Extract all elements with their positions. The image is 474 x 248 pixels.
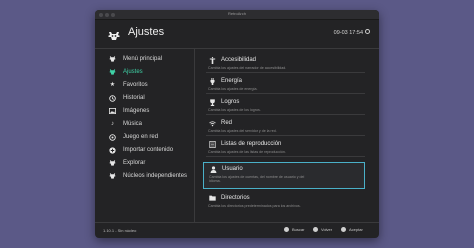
sidebar-item-settings[interactable]: Ajustes bbox=[109, 67, 143, 77]
sidebar-item-label: Explorar bbox=[123, 160, 146, 166]
setting-power[interactable]: Energía Cambia los ajustes de energía. bbox=[203, 75, 365, 94]
sidebar-item-label: Núcleos independientes bbox=[123, 173, 188, 179]
header: Ajustes 09-03 17:54 bbox=[95, 20, 379, 49]
add-icon bbox=[109, 146, 116, 154]
settings-list: Accesibilidad Cambia los ajustes del nar… bbox=[195, 49, 379, 222]
accept-label: Aceptar bbox=[349, 227, 363, 232]
page-title: Ajustes bbox=[128, 26, 165, 38]
divider bbox=[206, 135, 365, 136]
sidebar-item-netplay[interactable]: Juego en red bbox=[109, 132, 158, 142]
sidebar-item-explore[interactable]: Explorar bbox=[109, 158, 145, 168]
setting-achievements[interactable]: Logros Cambia los ajustes de los logros. bbox=[203, 96, 365, 115]
sidebar-item-favorites[interactable]: ★ Favoritos bbox=[109, 80, 148, 90]
netplay-icon bbox=[109, 133, 116, 141]
sidebar-item-history[interactable]: Historial bbox=[109, 93, 145, 103]
setting-description: Cambia los ajustes de energía. bbox=[208, 87, 258, 91]
gamepad-icon bbox=[109, 160, 116, 167]
back-label: Volver bbox=[321, 227, 333, 232]
sidebar-item-import-content[interactable]: Importar contenido bbox=[109, 145, 173, 155]
sidebar-item-label: Música bbox=[123, 121, 143, 127]
accept-hint[interactable]: Aceptar bbox=[341, 227, 363, 232]
window-titlebar: RetroArch bbox=[95, 10, 379, 20]
accessibility-icon bbox=[209, 57, 216, 64]
trophy-icon bbox=[209, 99, 216, 106]
divider bbox=[206, 72, 365, 73]
setting-network[interactable]: Red Cambia los ajustes del servidor y de… bbox=[203, 117, 365, 136]
footer: 1.10.1 - Sin núcleo Buscar Volver Acepta… bbox=[95, 222, 379, 238]
setting-description: Cambia los ajustes de las listas de repr… bbox=[208, 150, 286, 154]
sidebar-item-label: Juego en red bbox=[123, 134, 159, 140]
playlist-icon bbox=[209, 140, 216, 149]
setting-label: Logros bbox=[221, 99, 240, 105]
divider bbox=[206, 93, 365, 94]
sidebar-item-label: Importar contenido bbox=[123, 147, 174, 153]
setting-description: Cambia los ajustes de los logros. bbox=[208, 108, 261, 112]
setting-user[interactable]: Usuario Cambia los ajustes de cuentas, d… bbox=[203, 162, 365, 189]
setting-description: Cambia los ajustes del narrador de acces… bbox=[208, 66, 287, 70]
sidebar-item-label: Menú principal bbox=[123, 56, 163, 62]
controller-button-icon bbox=[341, 227, 346, 232]
window-title: RetroArch bbox=[227, 11, 246, 16]
setting-directories[interactable]: Directorios Cambia los directorios prede… bbox=[203, 192, 365, 211]
sidebar-item-label: Ajustes bbox=[123, 69, 143, 75]
controller-button-icon bbox=[313, 227, 318, 232]
controller-button-icon bbox=[284, 227, 289, 232]
divider bbox=[206, 156, 365, 157]
setting-label: Usuario bbox=[222, 166, 243, 172]
clock-icon bbox=[365, 29, 370, 34]
image-icon bbox=[109, 108, 116, 115]
setting-description: Cambia los directorios predeterminados p… bbox=[208, 204, 301, 208]
divider bbox=[206, 114, 365, 115]
music-icon: ♪ bbox=[111, 121, 114, 127]
setting-label: Red bbox=[221, 120, 233, 126]
sidebar-item-standalone-cores[interactable]: Núcleos independientes bbox=[109, 171, 187, 181]
setting-accessibility[interactable]: Accesibilidad Cambia los ajustes del nar… bbox=[203, 54, 365, 73]
setting-description: Cambia los ajustes del servidor y de la … bbox=[208, 129, 277, 133]
version-label: 1.10.1 - Sin núcleo bbox=[103, 228, 137, 233]
wifi-icon bbox=[209, 120, 216, 127]
retroarch-window: RetroArch Ajustes 09-03 17:54 Menú princ… bbox=[95, 10, 379, 238]
clock: 09-03 17:54 bbox=[333, 30, 363, 36]
sidebar-item-music[interactable]: ♪ Música bbox=[109, 119, 142, 129]
back-hint[interactable]: Volver bbox=[313, 227, 332, 232]
setting-label: Accesibilidad bbox=[221, 57, 257, 63]
sidebar-item-label: Favoritos bbox=[123, 82, 148, 88]
sidebar-item-main-menu[interactable]: Menú principal bbox=[109, 54, 162, 64]
gamepad-icon bbox=[109, 173, 116, 180]
setting-label: Energía bbox=[221, 78, 243, 84]
sidebar-item-label: Historial bbox=[123, 95, 145, 101]
setting-playlists[interactable]: Listas de reproducción Cambia los ajuste… bbox=[203, 138, 365, 157]
setting-description: Cambia los ajustes de cuentas, del nombr… bbox=[209, 175, 305, 184]
search-hint[interactable]: Buscar bbox=[284, 227, 304, 232]
sidebar-item-images[interactable]: Imágenes bbox=[109, 106, 149, 116]
user-icon bbox=[210, 166, 217, 173]
settings-icon bbox=[109, 69, 116, 76]
sidebar: Menú principal Ajustes ★ Favoritos Histo… bbox=[95, 49, 195, 222]
settings-header-icon bbox=[107, 28, 121, 46]
power-plug-icon bbox=[209, 78, 216, 85]
setting-label: Listas de reproducción bbox=[221, 141, 282, 147]
history-icon bbox=[109, 94, 116, 102]
search-label: Buscar bbox=[292, 227, 305, 232]
retroarch-logo-icon bbox=[109, 56, 116, 63]
folder-icon bbox=[209, 195, 216, 202]
setting-label: Directorios bbox=[221, 195, 250, 201]
star-icon: ★ bbox=[109, 82, 116, 88]
sidebar-item-label: Imágenes bbox=[123, 108, 150, 114]
